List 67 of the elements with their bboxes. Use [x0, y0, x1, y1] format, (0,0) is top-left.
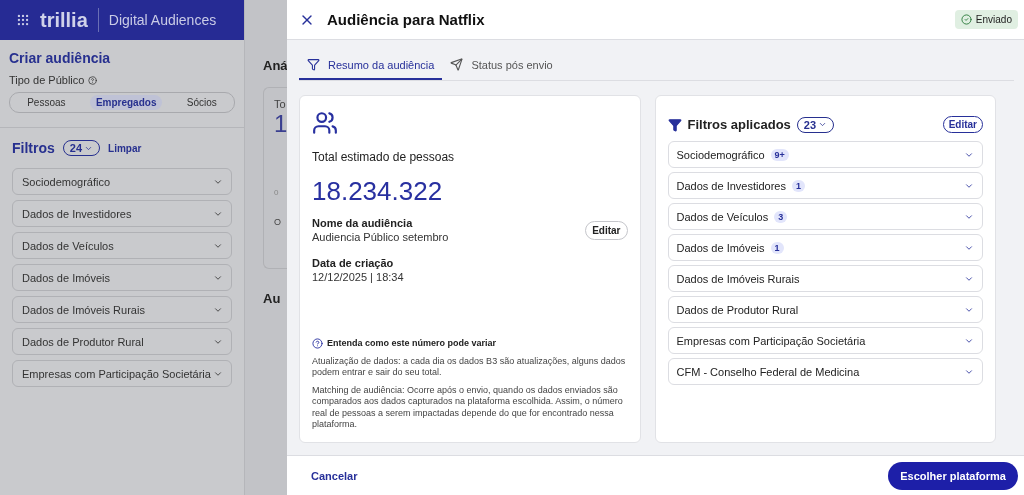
segment-option[interactable]: Pessoas — [21, 95, 72, 110]
filter-accordion[interactable]: Dados de Imóveis — [12, 264, 232, 291]
filter-accordion[interactable]: Dados de Imóveis Rurais — [12, 296, 232, 323]
filter-accordion[interactable]: Dados de Imóveis Rurais — [667, 265, 983, 292]
field-label: Nome da audiência — [312, 217, 414, 229]
product-name: Digital Audiences — [108, 12, 217, 28]
filter-label: Empresas com Participação Societária — [676, 334, 866, 347]
filter-label: Dados de Imóveis Rurais — [676, 272, 800, 285]
help-icon[interactable] — [88, 75, 98, 85]
help-paragraph: Matching de audiência: Ocorre após o envio, quando os dados enviados são comparados aos dados capturados na plataforma escolhida. Assim, o número real de pessoas a serem impactadas depende do que for encontrado nessa plataforma. — [312, 385, 624, 430]
choose-platform-button[interactable]: Escolher plataforma — [888, 461, 1018, 490]
edit-button[interactable]: Editar — [585, 220, 628, 240]
filter-accordion[interactable]: Sociodemográfico 9+ — [667, 141, 983, 168]
edit-button[interactable]: Editar — [942, 116, 983, 133]
status-badge: Enviado — [954, 10, 1018, 29]
help-icon — [312, 337, 323, 349]
field-label: Tipo de Público — [9, 74, 85, 86]
help-paragraph: Atualização de dados: a cada dia os dados B3 são atualizações, alguns dados podem entrar e sair do seu total. — [312, 355, 627, 378]
tab[interactable]: Status pós envio — [442, 52, 561, 80]
field-label: Data de criação — [312, 257, 395, 269]
filter-accordion[interactable]: Dados de Investidores — [12, 200, 232, 227]
filter-accordion[interactable]: Dados de Veículos 3 — [667, 203, 983, 230]
people-icon — [312, 110, 338, 136]
drawer-title: Audiência para Natflix — [327, 11, 486, 28]
creation-date: 12/12/2025 | 18:34 — [312, 271, 405, 283]
section-heading: Au — [263, 291, 282, 306]
total-value: 18.234.322 — [312, 176, 444, 207]
filters-title: Filtros — [12, 140, 55, 156]
filter-label: Dados de Produtor Rural — [676, 303, 799, 316]
count-badge: 1 — [770, 241, 784, 254]
send-icon — [450, 58, 464, 71]
filter-label: Sociodemográfico — [676, 148, 765, 161]
segment-option[interactable]: Sócios — [180, 95, 223, 110]
cancel-button[interactable]: Cancelar — [305, 468, 364, 483]
count-badge: 1 — [791, 179, 805, 192]
segment-option[interactable]: Empregados — [89, 95, 163, 110]
clear-link[interactable]: Limpar — [108, 142, 142, 154]
filter-label: Dados de Investidores — [676, 179, 786, 192]
filter-accordion[interactable]: Empresas com Participação Societária — [12, 360, 232, 387]
filter-accordion[interactable]: Sociodemográfico — [12, 168, 232, 195]
filter-accordion[interactable]: Dados de Veículos — [12, 232, 232, 259]
filter-accordion[interactable]: Dados de Produtor Rural — [12, 328, 232, 355]
filter-accordion[interactable]: CFM - Conselho Federal de Medicina — [667, 358, 983, 385]
filter-accordion[interactable]: Empresas com Participação Societária — [667, 327, 983, 354]
filter-label: CFM - Conselho Federal de Medicina — [676, 365, 860, 378]
section-heading: Aná — [263, 58, 287, 73]
chevron-down-icon — [818, 120, 828, 129]
tab[interactable]: Resumo da audiência — [299, 52, 443, 80]
sidebar-title: Criar audiência — [9, 50, 112, 66]
filter-icon — [667, 117, 682, 132]
help-title: Entenda como este número pode variar — [327, 338, 497, 348]
audience-name: Audiencia Público setembro — [312, 231, 449, 243]
logo: trillia — [40, 8, 88, 32]
total-label: Total estimado de pessoas — [312, 150, 456, 164]
card-value: 1 — [274, 110, 287, 138]
filter-accordion[interactable]: Dados de Produtor Rural — [667, 296, 983, 323]
count-badge: 9+ — [770, 148, 789, 161]
filter-label: Dados de Veículos — [676, 210, 769, 223]
card-title: Filtros aplicados — [687, 117, 791, 132]
count-badge: 3 — [774, 210, 788, 223]
filter-label: Dados de Imóveis — [676, 241, 765, 254]
card-label: To — [274, 98, 286, 110]
filter-icon — [307, 58, 320, 71]
filter-accordion[interactable]: Dados de Imóveis 1 — [667, 234, 983, 261]
apps-grid-icon[interactable] — [16, 13, 30, 27]
filter-accordion[interactable]: Dados de Investidores 1 — [667, 172, 983, 199]
card-note: O — [274, 217, 281, 227]
